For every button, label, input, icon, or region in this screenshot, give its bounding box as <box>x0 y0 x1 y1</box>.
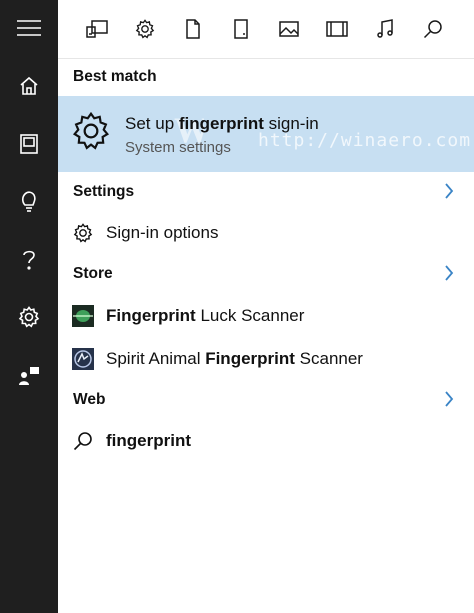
settings-gear-icon <box>72 222 94 244</box>
folders-filter[interactable] <box>224 12 258 46</box>
help-icon <box>23 250 35 270</box>
fingerprint-scanner-app-icon <box>72 305 94 327</box>
photos-filter-icon <box>279 21 299 37</box>
web-filter-icon <box>423 20 442 39</box>
best-match-settings-icon <box>71 111 111 156</box>
settings-result-label: Sign-in options <box>106 223 219 242</box>
store-section-header[interactable]: Store <box>73 265 113 283</box>
store-result-label: Fingerprint Luck Scanner <box>106 306 305 325</box>
apps-filter-icon <box>86 20 108 38</box>
notebook-icon <box>20 134 38 154</box>
store-result-label: Spirit Animal Fingerprint Scanner <box>106 349 363 368</box>
lightbulb-icon <box>21 191 36 212</box>
best-match-header: Best match <box>73 68 157 85</box>
best-match-result[interactable]: W http://winaero.com Set up fingerprint … <box>58 96 474 172</box>
web-result-fingerprint[interactable]: fingerprint <box>58 421 474 461</box>
menu-button[interactable] <box>0 6 58 50</box>
videos-filter-icon <box>326 21 348 37</box>
cortana-sidebar <box>0 0 58 613</box>
filter-bar <box>58 0 474 58</box>
documents-filter-icon <box>186 19 200 39</box>
search-icon <box>72 430 94 452</box>
spirit-animal-app-icon <box>72 348 94 370</box>
feedback-button[interactable] <box>0 354 58 398</box>
photos-filter[interactable] <box>272 12 306 46</box>
apps-filter[interactable] <box>80 12 114 46</box>
best-match-subtitle: System settings <box>125 139 231 156</box>
store-result-spirit-animal[interactable]: Spirit Animal Fingerprint Scanner <box>58 339 474 379</box>
store-chevron-icon[interactable] <box>444 265 454 286</box>
settings-filter[interactable] <box>128 12 162 46</box>
store-result-luck-scanner[interactable]: Fingerprint Luck Scanner <box>58 296 474 336</box>
settings-button[interactable] <box>0 295 58 339</box>
menu-icon <box>17 20 41 36</box>
tips-button[interactable] <box>0 180 58 224</box>
settings-chevron-icon[interactable] <box>444 183 454 204</box>
home-icon <box>20 76 38 95</box>
documents-filter[interactable] <box>176 12 210 46</box>
settings-filter-icon <box>135 19 155 39</box>
music-filter-icon <box>377 19 393 38</box>
filter-divider <box>58 58 474 59</box>
help-button[interactable] <box>0 238 58 282</box>
settings-icon <box>18 306 40 328</box>
folders-filter-icon <box>234 19 248 39</box>
home-button[interactable] <box>0 64 58 108</box>
search-results-panel: Best match W http://winaero.com Set up f… <box>58 0 474 613</box>
web-chevron-icon[interactable] <box>444 391 454 412</box>
web-section-header[interactable]: Web <box>73 391 105 409</box>
web-filter[interactable] <box>416 12 450 46</box>
music-filter[interactable] <box>368 12 402 46</box>
settings-section-header[interactable]: Settings <box>73 183 134 201</box>
web-result-label: fingerprint <box>106 431 191 450</box>
settings-result-sign-in-options[interactable]: Sign-in options <box>58 213 474 253</box>
videos-filter[interactable] <box>320 12 354 46</box>
notebook-button[interactable] <box>0 122 58 166</box>
feedback-icon <box>19 367 39 385</box>
best-match-title: Set up fingerprint sign-in <box>125 114 319 133</box>
